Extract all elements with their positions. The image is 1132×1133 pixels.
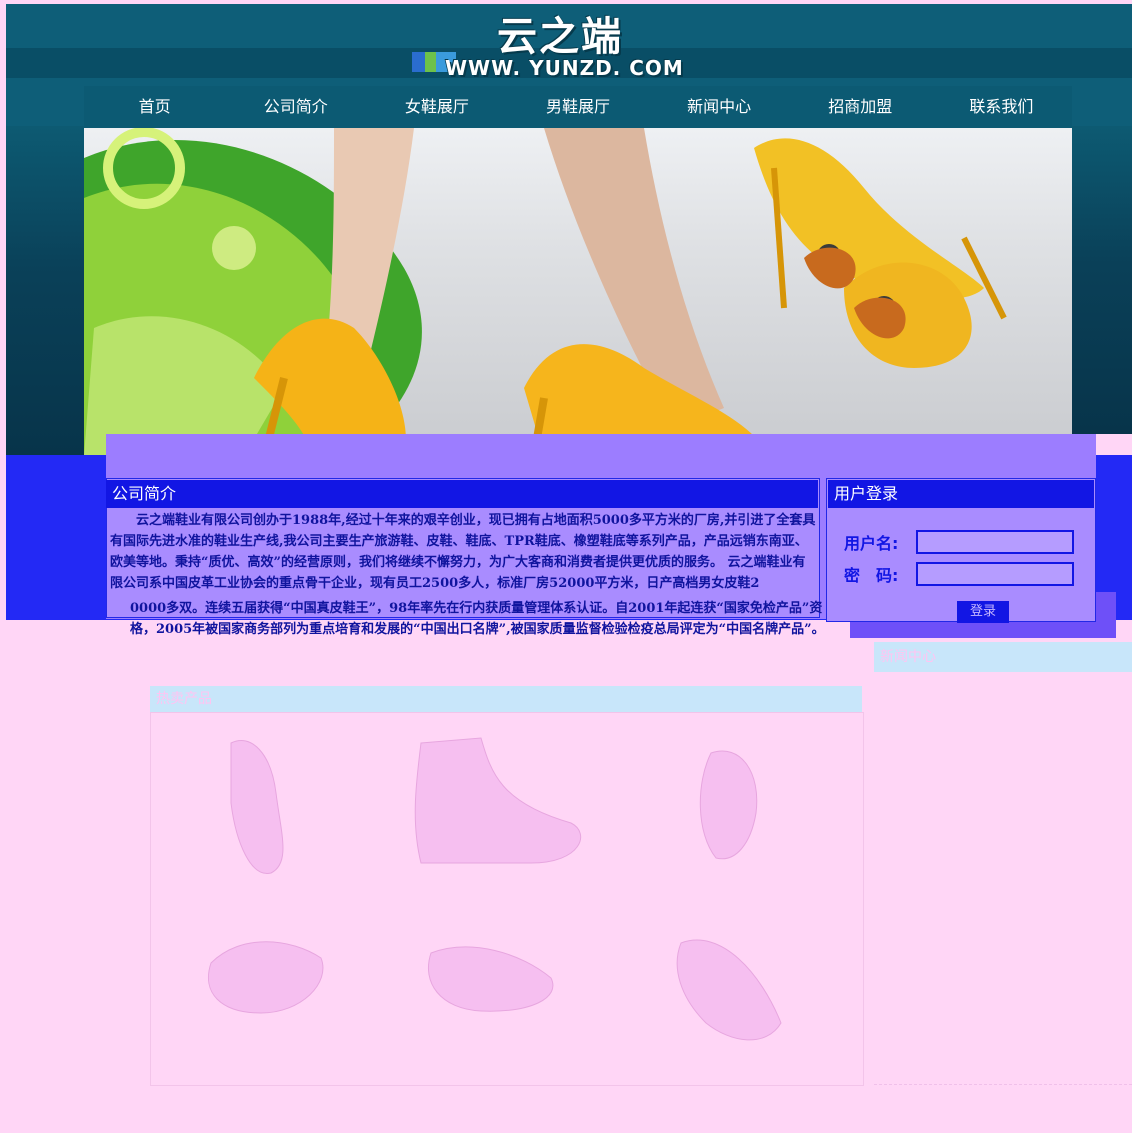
products-title: 热卖产品 (150, 686, 862, 712)
password-label: 密 码: (844, 566, 899, 585)
username-input[interactable] (916, 530, 1074, 554)
news-item[interactable] (876, 1023, 1128, 1055)
product-shoe-5[interactable] (427, 946, 554, 1012)
nav-item-contact[interactable]: 联系我们 (931, 86, 1072, 128)
nav-item-about[interactable]: 公司简介 (225, 86, 366, 128)
login-button[interactable]: 登录 (957, 601, 1009, 623)
news-item[interactable] (876, 802, 1128, 834)
password-input[interactable] (916, 562, 1074, 586)
news-item[interactable] (876, 865, 1128, 897)
hero-banner (84, 128, 1072, 456)
products-images (208, 737, 782, 1041)
product-boot-2[interactable] (414, 737, 581, 864)
nav-item-men-shoes[interactable]: 男鞋展厅 (507, 86, 648, 128)
news-item[interactable] (876, 834, 1128, 866)
site-logo[interactable]: 云之端 (470, 4, 650, 60)
news-divider (874, 1084, 1132, 1086)
news-title: 新闻中心 (874, 642, 1132, 672)
username-label: 用户名: (844, 534, 899, 553)
nav-item-franchise[interactable]: 招商加盟 (790, 86, 931, 128)
login-title: 用户登录 (828, 480, 1094, 508)
nav-item-news[interactable]: 新闻中心 (649, 86, 790, 128)
news-item[interactable] (876, 991, 1128, 1023)
news-item[interactable] (876, 708, 1128, 740)
main-nav: 首页 公司简介 女鞋展厅 男鞋展厅 新闻中心 招商加盟 联系我们 (84, 86, 1072, 128)
about-title: 公司简介 (106, 480, 818, 508)
product-shoe-3[interactable] (699, 750, 758, 860)
swirl-dot (212, 226, 256, 270)
product-shoe-1[interactable] (230, 740, 284, 874)
site-url: WWW. YUNZD. COM (445, 56, 684, 80)
banner-image (84, 128, 1007, 456)
nav-item-home[interactable]: 首页 (84, 86, 225, 128)
news-item[interactable] (876, 960, 1128, 992)
nav-item-women-shoes[interactable]: 女鞋展厅 (366, 86, 507, 128)
news-list (876, 676, 1128, 1080)
product-shoe-6[interactable] (676, 939, 782, 1041)
username-row: 用户名: (844, 530, 1074, 554)
password-row: 密 码: (844, 562, 1074, 586)
news-item[interactable] (876, 897, 1128, 929)
left-decoration (6, 126, 84, 456)
product-sandal-4[interactable] (208, 941, 324, 1014)
news-item[interactable] (876, 928, 1128, 960)
about-text-body: 云之端鞋业有限公司创办于1988年,经过十年来的艰辛创业，现已拥有占地面积500… (110, 513, 816, 591)
right-decoration (1072, 126, 1132, 434)
news-item[interactable] (876, 739, 1128, 771)
products-grid (150, 712, 864, 1086)
news-item[interactable] (876, 771, 1128, 803)
shoe-bow (804, 247, 856, 289)
news-item[interactable] (876, 676, 1128, 708)
